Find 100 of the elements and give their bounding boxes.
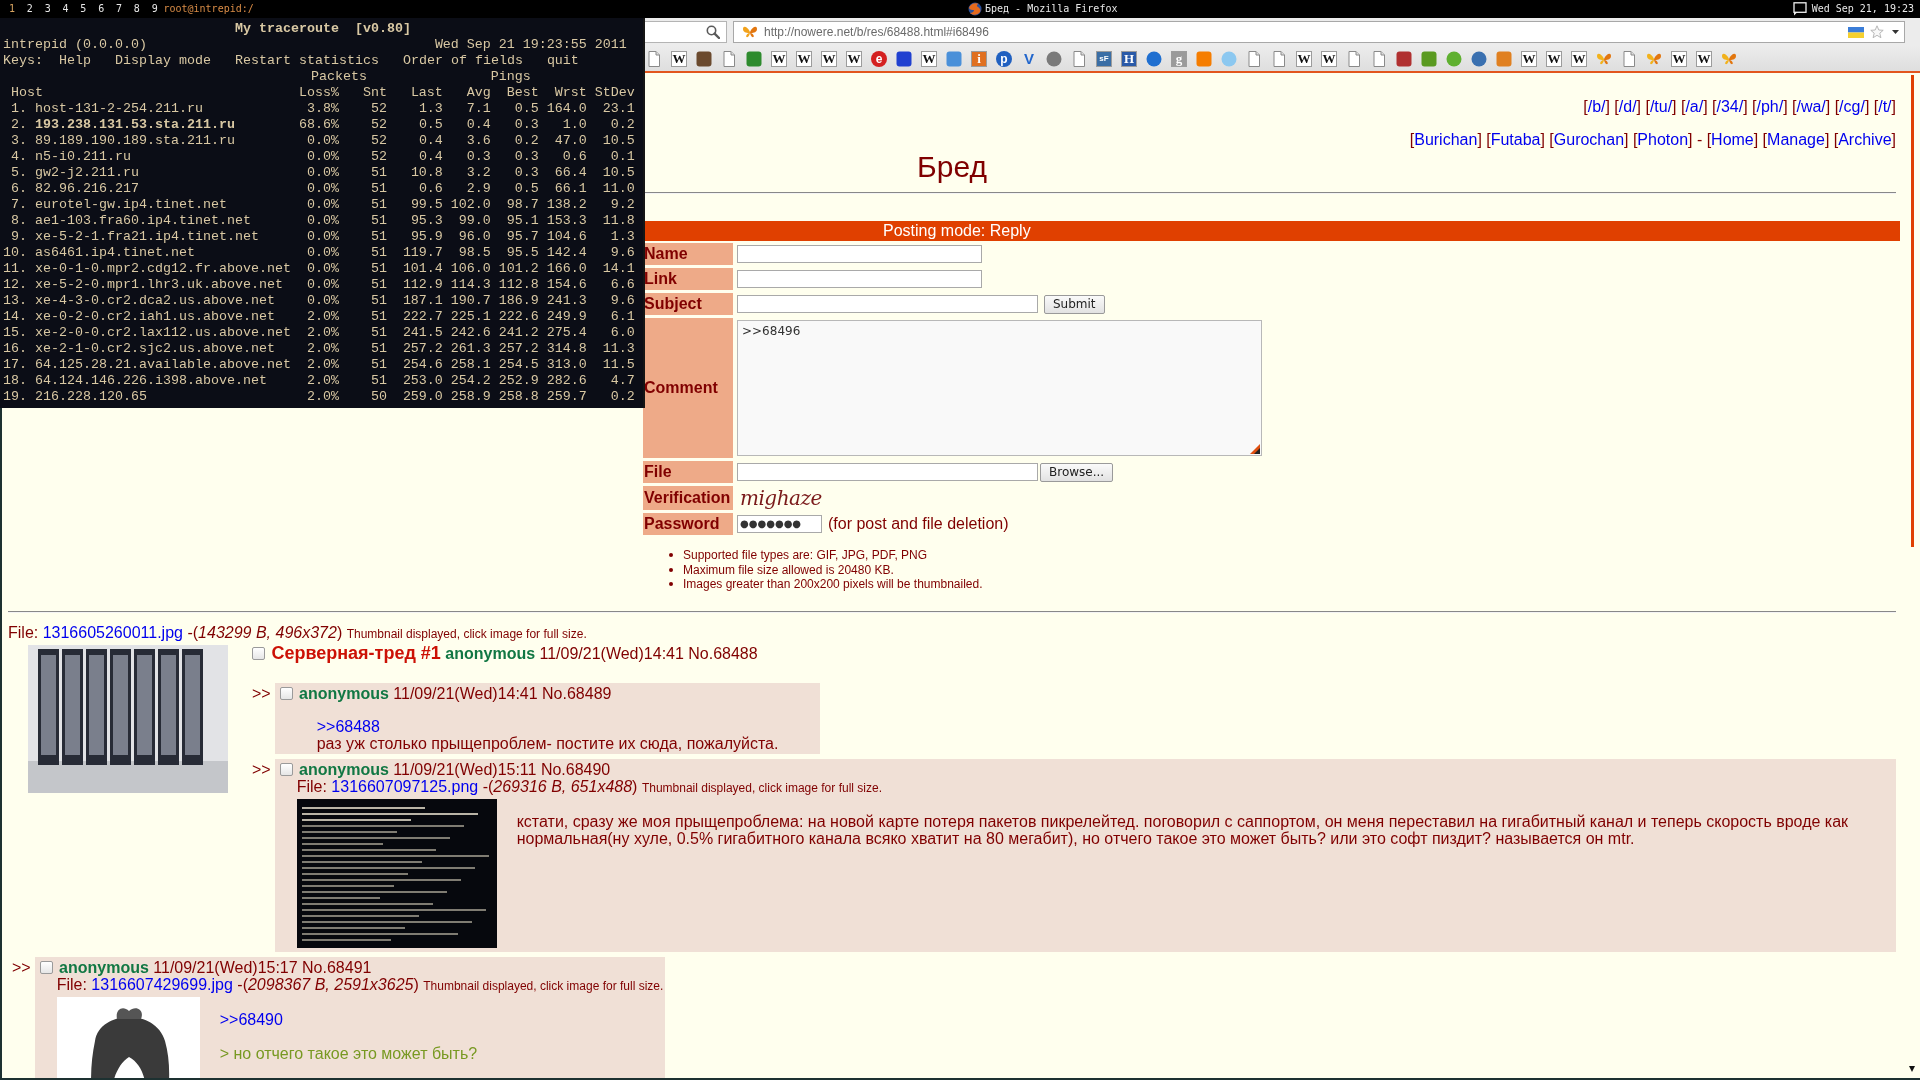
captcha-text: mighaze xyxy=(740,486,822,510)
speech-bubble-icon[interactable] xyxy=(1792,2,1807,16)
bookmark-button[interactable]: W xyxy=(771,50,787,67)
square-icon[interactable] xyxy=(746,50,762,67)
bookmark-button[interactable]: W xyxy=(1296,50,1312,67)
scroll-down-arrow-icon[interactable] xyxy=(1909,1066,1915,1072)
bookmark-button[interactable]: W xyxy=(1321,50,1337,67)
post-checkbox[interactable] xyxy=(39,960,53,974)
bookmark-button[interactable]: W xyxy=(1671,50,1687,67)
post-reference-link[interactable]: >>68488 xyxy=(316,717,380,735)
workspace-tag[interactable]: 7 xyxy=(115,2,122,16)
style-link[interactable]: [Gurochan] xyxy=(1549,130,1629,149)
board-link[interactable]: [/a/] xyxy=(1680,97,1708,116)
circle-icon[interactable] xyxy=(1471,50,1487,67)
workspace-tag[interactable]: 1 xyxy=(9,2,16,16)
workspace-tag[interactable]: 9 xyxy=(151,2,158,16)
search-field[interactable] xyxy=(645,21,727,43)
workspace-tag[interactable]: 8 xyxy=(133,2,140,16)
board-link[interactable]: [/wa/] xyxy=(1792,97,1831,116)
style-link[interactable]: [Burichan] xyxy=(1409,130,1482,149)
bookmark-button[interactable]: H xyxy=(1121,50,1137,67)
bookmark-button[interactable]: p xyxy=(996,50,1012,67)
scrollbar-thumb[interactable] xyxy=(1910,75,1914,547)
bookmark-button[interactable]: W xyxy=(671,50,687,67)
post-checkbox[interactable] xyxy=(279,686,293,700)
board-link[interactable]: [/t/] xyxy=(1873,97,1896,116)
page-icon[interactable] xyxy=(1246,50,1262,67)
board-link[interactable]: [/cg/] xyxy=(1834,97,1870,116)
post-checkbox[interactable] xyxy=(279,762,293,776)
bookmark-button[interactable]: W xyxy=(796,50,812,67)
globe-icon xyxy=(968,2,982,16)
bookmark-button[interactable]: W xyxy=(1521,50,1537,67)
search-icon[interactable] xyxy=(706,25,720,39)
board-link[interactable]: [/ph/] xyxy=(1752,97,1788,116)
workspace-tag[interactable]: 2 xyxy=(26,2,33,16)
page-icon[interactable] xyxy=(1271,50,1287,67)
star-icon[interactable] xyxy=(1870,25,1884,39)
workspace-tag[interactable]: 3 xyxy=(44,2,51,16)
style-link[interactable]: [Futaba] xyxy=(1486,130,1545,149)
file-link[interactable]: 1316607429699.jpg xyxy=(91,975,233,993)
circle-icon[interactable] xyxy=(1046,50,1062,67)
style-link[interactable]: [Manage] xyxy=(1762,130,1830,149)
text-field[interactable] xyxy=(737,295,1038,313)
board-link[interactable]: [/34/] xyxy=(1712,97,1748,116)
bookmark-button[interactable]: e xyxy=(871,50,887,67)
file-link[interactable]: 1316607097125.png xyxy=(331,777,479,795)
page-icon[interactable] xyxy=(1071,50,1087,67)
caret-icon[interactable] xyxy=(1892,30,1899,34)
submit-button[interactable]: Submit xyxy=(1044,294,1105,314)
bookmark-button[interactable]: V xyxy=(1021,50,1037,67)
square-icon[interactable] xyxy=(946,50,962,67)
file-link[interactable]: 1316605260011.jpg xyxy=(42,623,183,641)
post-number[interactable]: No.68490 xyxy=(540,760,611,778)
board-link[interactable]: [/tu/] xyxy=(1645,97,1677,116)
square-icon[interactable] xyxy=(896,50,912,67)
browse-button[interactable]: Browse... xyxy=(1040,462,1114,482)
board-link[interactable]: [/d/] xyxy=(1614,97,1642,116)
square-icon[interactable] xyxy=(1396,50,1412,67)
workspace-tag[interactable]: 6 xyxy=(98,2,105,16)
style-link[interactable]: [Archive] xyxy=(1833,130,1896,149)
bookmark-button[interactable]: W xyxy=(1571,50,1587,67)
post-number[interactable]: No.68489 xyxy=(542,684,612,702)
style-link[interactable]: [Photon] xyxy=(1632,130,1693,149)
post-text: раз уж столько прыщепроблем- постите их сюда, пожалуйста. xyxy=(316,734,779,752)
hop-value: 0.3 xyxy=(514,117,539,133)
page-icon[interactable] xyxy=(646,50,662,67)
circle-icon[interactable] xyxy=(1446,50,1462,67)
post-checkbox[interactable] xyxy=(252,646,265,660)
workspace-tag[interactable]: 5 xyxy=(80,2,87,16)
resize-grip-icon[interactable] xyxy=(1250,444,1260,454)
bookmark-button[interactable]: W xyxy=(1546,50,1562,67)
page-icon[interactable] xyxy=(1371,50,1387,67)
circle-icon[interactable] xyxy=(1146,50,1162,67)
hop-value: 9.2 xyxy=(610,197,635,213)
post-number[interactable]: No.68488 xyxy=(688,643,758,664)
terminal-screenshot-drawing[interactable] xyxy=(296,798,497,948)
comment-field[interactable]: >>68496 xyxy=(737,320,1262,456)
bookmark-button[interactable]: W xyxy=(1696,50,1712,67)
bookmark-button[interactable]: W xyxy=(821,50,837,67)
text-field[interactable] xyxy=(737,270,982,288)
bookmark-button[interactable]: sF xyxy=(1096,50,1112,67)
board-link[interactable]: [/b/] xyxy=(1583,97,1610,116)
password-field[interactable]: ●●●●●●● xyxy=(737,515,822,533)
bookmark-button[interactable]: W xyxy=(921,50,937,67)
text-field[interactable] xyxy=(737,245,982,263)
page-icon[interactable] xyxy=(721,50,737,67)
bookmark-button[interactable]: W xyxy=(846,50,862,67)
column-header: Loss% xyxy=(298,85,339,101)
page-icon[interactable] xyxy=(1621,50,1637,67)
square-icon[interactable] xyxy=(1421,50,1437,67)
address-bar[interactable]: http://nowere.net/b/res/68488.html#i68496 xyxy=(733,21,1905,43)
post-number[interactable]: No.68491 xyxy=(302,958,372,976)
hop-number: 11. xyxy=(3,261,27,277)
photo-placeholder[interactable] xyxy=(28,644,228,793)
workspace-tag[interactable]: 4 xyxy=(62,2,69,16)
style-link[interactable]: [Home] xyxy=(1706,130,1759,149)
page-icon[interactable] xyxy=(1346,50,1362,67)
post-reference-link[interactable]: >>68490 xyxy=(219,1010,283,1028)
file-field[interactable] xyxy=(737,463,1038,481)
square-icon[interactable] xyxy=(696,50,712,67)
